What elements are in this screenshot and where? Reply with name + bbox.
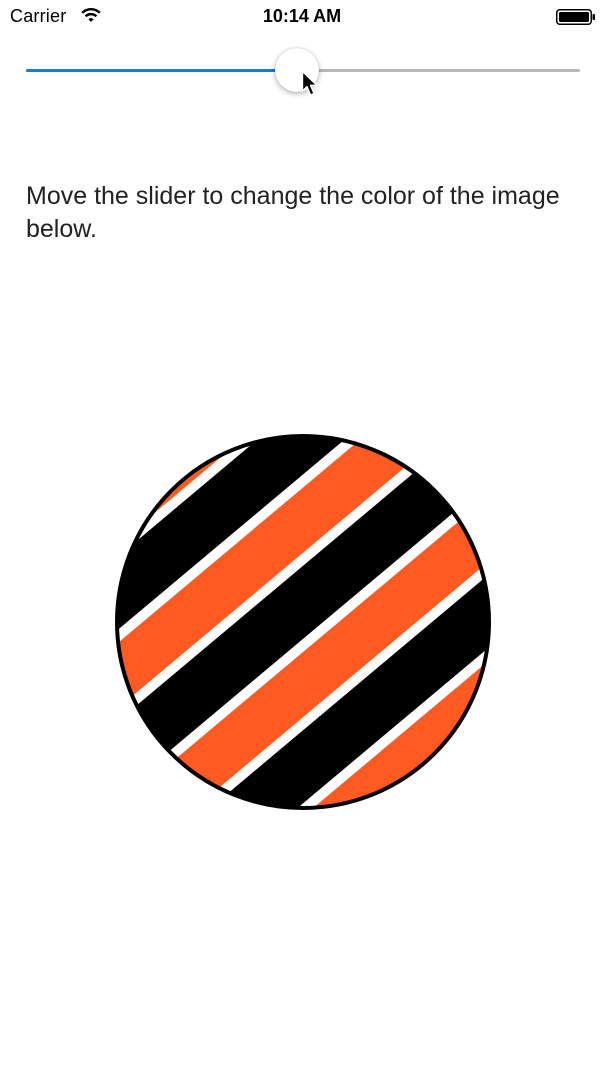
status-bar: Carrier 10:14 AM <box>0 0 604 34</box>
battery-full-icon <box>556 9 595 25</box>
mouse-pointer-icon <box>301 70 318 96</box>
striped-circle-image <box>115 434 491 810</box>
instruction-text: Move the slider to change the color of t… <box>26 182 560 243</box>
slider-fill <box>26 69 297 72</box>
status-time: 10:14 AM <box>262 6 342 26</box>
